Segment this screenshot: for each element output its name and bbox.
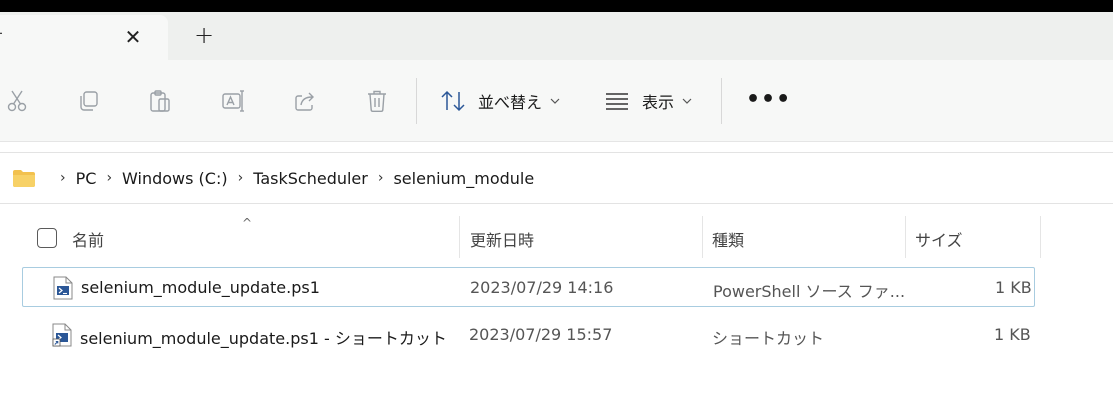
chevron-down-icon (682, 98, 692, 104)
file-modified: 2023/07/29 15:57 (469, 325, 613, 344)
column-divider[interactable] (905, 216, 906, 258)
breadcrumb-separator: › (106, 170, 113, 186)
column-header-size[interactable]: サイズ (915, 227, 963, 251)
chevron-down-icon (550, 98, 560, 104)
breadcrumb-separator: › (377, 170, 384, 186)
folder-icon (13, 170, 35, 187)
tab-current[interactable]: - ✕ (0, 15, 168, 60)
command-bar: 並べ替え 表示 ••• (0, 60, 1113, 142)
cut-icon[interactable] (4, 88, 30, 114)
paste-icon[interactable] (147, 88, 173, 114)
address-bar[interactable]: › PC › Windows (C:) › TaskScheduler › se… (0, 152, 1113, 204)
breadcrumb-item-taskscheduler[interactable]: TaskScheduler (253, 169, 368, 188)
close-icon[interactable]: ✕ (122, 26, 144, 48)
toolbar-separator (721, 78, 722, 124)
select-all-checkbox[interactable] (37, 228, 57, 248)
powershell-file-icon (53, 276, 73, 300)
shortcut-file-icon (52, 323, 72, 347)
breadcrumb-item-pc[interactable]: PC (76, 169, 97, 188)
file-row[interactable]: selenium_module_update.ps1 2023/07/29 14… (22, 267, 1035, 307)
sort-icon (441, 90, 465, 112)
new-tab-button[interactable]: + (192, 23, 216, 48)
file-size: 1 KB (994, 325, 1031, 344)
file-row[interactable]: selenium_module_update.ps1 - ショートカット 202… (22, 315, 1035, 355)
tab-strip: - ✕ + (0, 12, 1113, 60)
column-header-modified[interactable]: 更新日時 (470, 227, 534, 251)
file-size: 1 KB (995, 278, 1032, 297)
file-type: ショートカット (712, 329, 825, 348)
file-name[interactable]: selenium_module_update.ps1 - ショートカット (80, 325, 447, 349)
view-label: 表示 (642, 93, 675, 112)
copy-icon[interactable] (76, 88, 102, 114)
file-type: PowerShell ソース ファ... (713, 282, 906, 301)
sort-button[interactable]: 並べ替え (440, 86, 560, 116)
rename-icon[interactable] (220, 88, 246, 114)
column-divider[interactable] (1040, 216, 1041, 258)
sort-label: 並べ替え (478, 93, 543, 112)
breadcrumb-item-drive[interactable]: Windows (C:) (122, 169, 228, 188)
column-header-type[interactable]: 種類 (712, 227, 744, 251)
column-divider[interactable] (702, 216, 703, 258)
column-header-name[interactable]: 名前 (72, 227, 104, 251)
column-divider[interactable] (459, 216, 460, 258)
list-view-icon (606, 93, 628, 110)
file-name[interactable]: selenium_module_update.ps1 (81, 278, 320, 297)
file-modified: 2023/07/29 14:16 (470, 278, 614, 297)
sort-indicator-icon: ^ (242, 216, 253, 230)
column-header-row: ^ 名前 更新日時 種類 サイズ (0, 214, 1113, 258)
tab-title-fragment: - (0, 23, 3, 42)
more-options-button[interactable]: ••• (746, 89, 791, 111)
delete-icon[interactable] (364, 88, 390, 114)
breadcrumb-separator: › (60, 170, 66, 186)
breadcrumb-separator: › (237, 170, 244, 186)
view-button[interactable]: 表示 (604, 86, 692, 116)
toolbar-separator (416, 78, 417, 124)
breadcrumb-item-selenium-module[interactable]: selenium_module (393, 169, 534, 188)
window-top-strip (0, 0, 1113, 12)
share-icon[interactable] (292, 88, 318, 114)
